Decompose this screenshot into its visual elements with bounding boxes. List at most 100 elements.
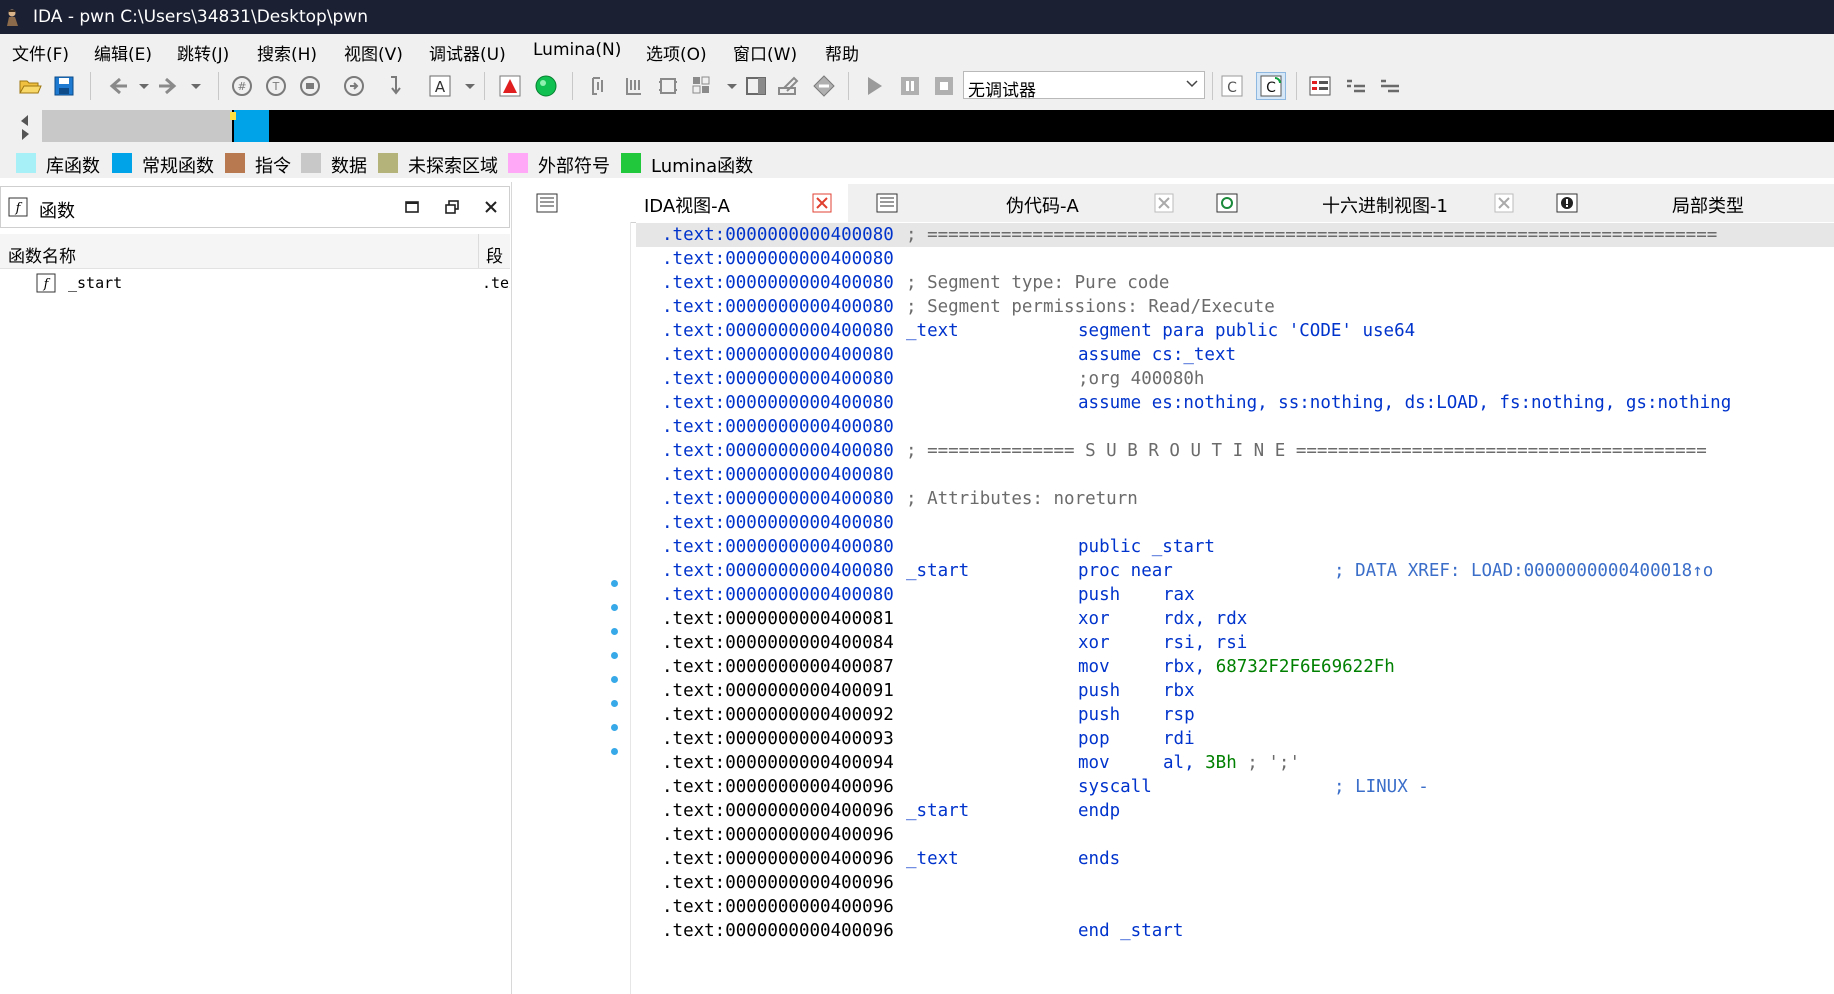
disasm-line[interactable]: .text:0000000000400080 ; ================… [636, 223, 1834, 247]
flow-icon[interactable] [656, 74, 680, 98]
disasm-line[interactable]: .text:0000000000400096 syscall ; LINUX - [636, 775, 1834, 799]
disasm-line[interactable]: .text:0000000000400096 [636, 823, 1834, 847]
menu-file[interactable]: 文件(F) [12, 40, 69, 65]
disasm-comment: ; Segment type: Pure code [906, 273, 1170, 293]
disasm-address: .text:0000000000400080 [662, 417, 894, 437]
graph-icon[interactable] [588, 74, 612, 98]
disasm-line[interactable]: .text:0000000000400094 mov al, 3Bh ; ';' [636, 751, 1834, 775]
disasm-line[interactable]: .text:0000000000400093 pop rdi [636, 727, 1834, 751]
font-icon[interactable]: A [428, 74, 452, 98]
breakpoint-dot[interactable] [611, 652, 618, 659]
forward-icon[interactable] [156, 74, 180, 98]
text-icon[interactable]: T [264, 74, 288, 98]
disasm-line[interactable]: .text:0000000000400091 push rbx [636, 679, 1834, 703]
breakpoint-dot[interactable] [611, 580, 618, 587]
disasm-line[interactable]: .text:0000000000400080 public _start [636, 535, 1834, 559]
breakpoint-dot[interactable] [611, 700, 618, 707]
tab-ida-view[interactable]: IDA视图-A [518, 184, 848, 222]
breakpoint-dot[interactable] [611, 676, 618, 683]
grid-dropdown-icon[interactable] [720, 74, 737, 98]
struct-icon[interactable] [298, 74, 322, 98]
disasm-line[interactable]: .text:0000000000400080 ;org 400080h [636, 367, 1834, 391]
hex-icon[interactable]: # [230, 74, 254, 98]
menu-search[interactable]: 搜索(H) [257, 40, 317, 65]
menu-edit[interactable]: 编辑(E) [94, 40, 152, 65]
jump-icon[interactable] [342, 74, 366, 98]
menu-options[interactable]: 选项(O) [646, 40, 707, 65]
disasm-line[interactable]: .text:0000000000400096 [636, 895, 1834, 919]
window-icon[interactable] [744, 74, 768, 98]
forward-dropdown-icon[interactable] [184, 74, 201, 98]
open-icon[interactable] [18, 74, 42, 98]
disasm-line[interactable]: .text:0000000000400092 push rsp [636, 703, 1834, 727]
disasm-line[interactable]: .text:0000000000400080 assume es:nothing,… [636, 391, 1834, 415]
indent-icon[interactable] [1344, 74, 1368, 98]
disasm-line[interactable]: .text:0000000000400096 [636, 871, 1834, 895]
debugger-select[interactable]: 无调试器 [963, 71, 1205, 101]
stop-icon[interactable] [932, 74, 956, 98]
grid-icon[interactable] [690, 74, 714, 98]
tab-label: 局部类型 [1672, 196, 1744, 217]
save-icon[interactable] [52, 74, 76, 98]
list-icon[interactable] [622, 74, 646, 98]
menu-debugger[interactable]: 调试器(U) [429, 40, 506, 65]
column-function-name[interactable]: 函数名称 [8, 242, 76, 267]
breakpoint-dot[interactable] [611, 724, 618, 731]
disasm-line[interactable]: .text:0000000000400081 xor rdx, rdx [636, 607, 1834, 631]
color-icon[interactable] [1308, 74, 1332, 98]
disasm-line[interactable]: .text:0000000000400080 _text segment para … [636, 319, 1834, 343]
disasm-line[interactable]: .text:0000000000400080 ; Segment type: Pu… [636, 271, 1834, 295]
disasm-line[interactable]: .text:0000000000400080 ; Segment permissi… [636, 295, 1834, 319]
back-dropdown-icon[interactable] [132, 74, 149, 98]
close-tab-icon[interactable] [1494, 193, 1514, 213]
tab-pseudocode[interactable]: 伪代码-A [858, 184, 1188, 222]
disassembly-view[interactable]: .text:0000000000400080 ; ================… [636, 222, 1834, 994]
close-icon[interactable] [482, 198, 500, 216]
disasm-line[interactable]: .text:0000000000400080 assume cs:_text [636, 343, 1834, 367]
disasm-line[interactable]: .text:0000000000400087 mov rbx, 68732F2F6E… [636, 655, 1834, 679]
restore-icon[interactable] [443, 198, 461, 216]
disasm-line[interactable]: .text:0000000000400080 ; Attributes: nore… [636, 487, 1834, 511]
c-refresh-icon[interactable]: C [1256, 72, 1286, 100]
disasm-line[interactable]: .text:0000000000400096 end _start [636, 919, 1834, 943]
disasm-line[interactable]: .text:0000000000400096 _text ends [636, 847, 1834, 871]
tab-local-types[interactable]: 局部类型 [1538, 184, 1834, 222]
disasm-mnemonic: public _start [1078, 537, 1215, 557]
breakpoint-dot[interactable] [611, 748, 618, 755]
c-icon[interactable]: C [1220, 74, 1244, 98]
tab-hex-view[interactable]: 十六进制视图-1 [1198, 184, 1528, 222]
disasm-line[interactable]: .text:0000000000400096 _start endp [636, 799, 1834, 823]
column-segment[interactable]: 段 [486, 242, 503, 267]
menu-jump[interactable]: 跳转(J) [177, 40, 229, 65]
close-tab-icon[interactable] [812, 193, 832, 213]
close-tab-icon[interactable] [1154, 193, 1174, 213]
outdent-icon[interactable] [1378, 74, 1402, 98]
disasm-line[interactable]: .text:0000000000400080 [636, 463, 1834, 487]
function-row[interactable]: f _start .text [0, 272, 510, 296]
breakpoint-dot[interactable] [611, 604, 618, 611]
disasm-line[interactable]: .text:0000000000400084 xor rsi, rsi [636, 631, 1834, 655]
nav-strip[interactable] [42, 110, 1834, 142]
disasm-line[interactable]: .text:0000000000400080 push rax [636, 583, 1834, 607]
menu-lumina[interactable]: Lumina(N) [533, 40, 621, 60]
pause-icon[interactable] [898, 74, 922, 98]
step-icon[interactable] [384, 74, 408, 98]
diamond-icon[interactable] [812, 74, 836, 98]
menu-view[interactable]: 视图(V) [344, 40, 403, 65]
breakpoint-dot[interactable] [611, 628, 618, 635]
green-circle-icon[interactable] [534, 74, 558, 98]
menu-help[interactable]: 帮助 [825, 40, 859, 65]
disasm-line[interactable]: .text:0000000000400080 ; ============== S… [636, 439, 1834, 463]
disasm-line[interactable]: .text:0000000000400080 [636, 415, 1834, 439]
nav-scroll-arrows-icon[interactable] [18, 112, 32, 142]
red-triangle-icon[interactable] [498, 74, 522, 98]
run-icon[interactable] [862, 74, 886, 98]
disasm-line[interactable]: .text:0000000000400080 [636, 511, 1834, 535]
disasm-line[interactable]: .text:0000000000400080 _start proc near ; D… [636, 559, 1834, 583]
font-dropdown-icon[interactable] [458, 74, 475, 98]
disasm-line[interactable]: .text:0000000000400080 [636, 247, 1834, 271]
maximize-icon[interactable] [403, 198, 421, 216]
menu-window[interactable]: 窗口(W) [733, 40, 797, 65]
back-icon[interactable] [106, 74, 130, 98]
edit-icon[interactable] [776, 74, 800, 98]
